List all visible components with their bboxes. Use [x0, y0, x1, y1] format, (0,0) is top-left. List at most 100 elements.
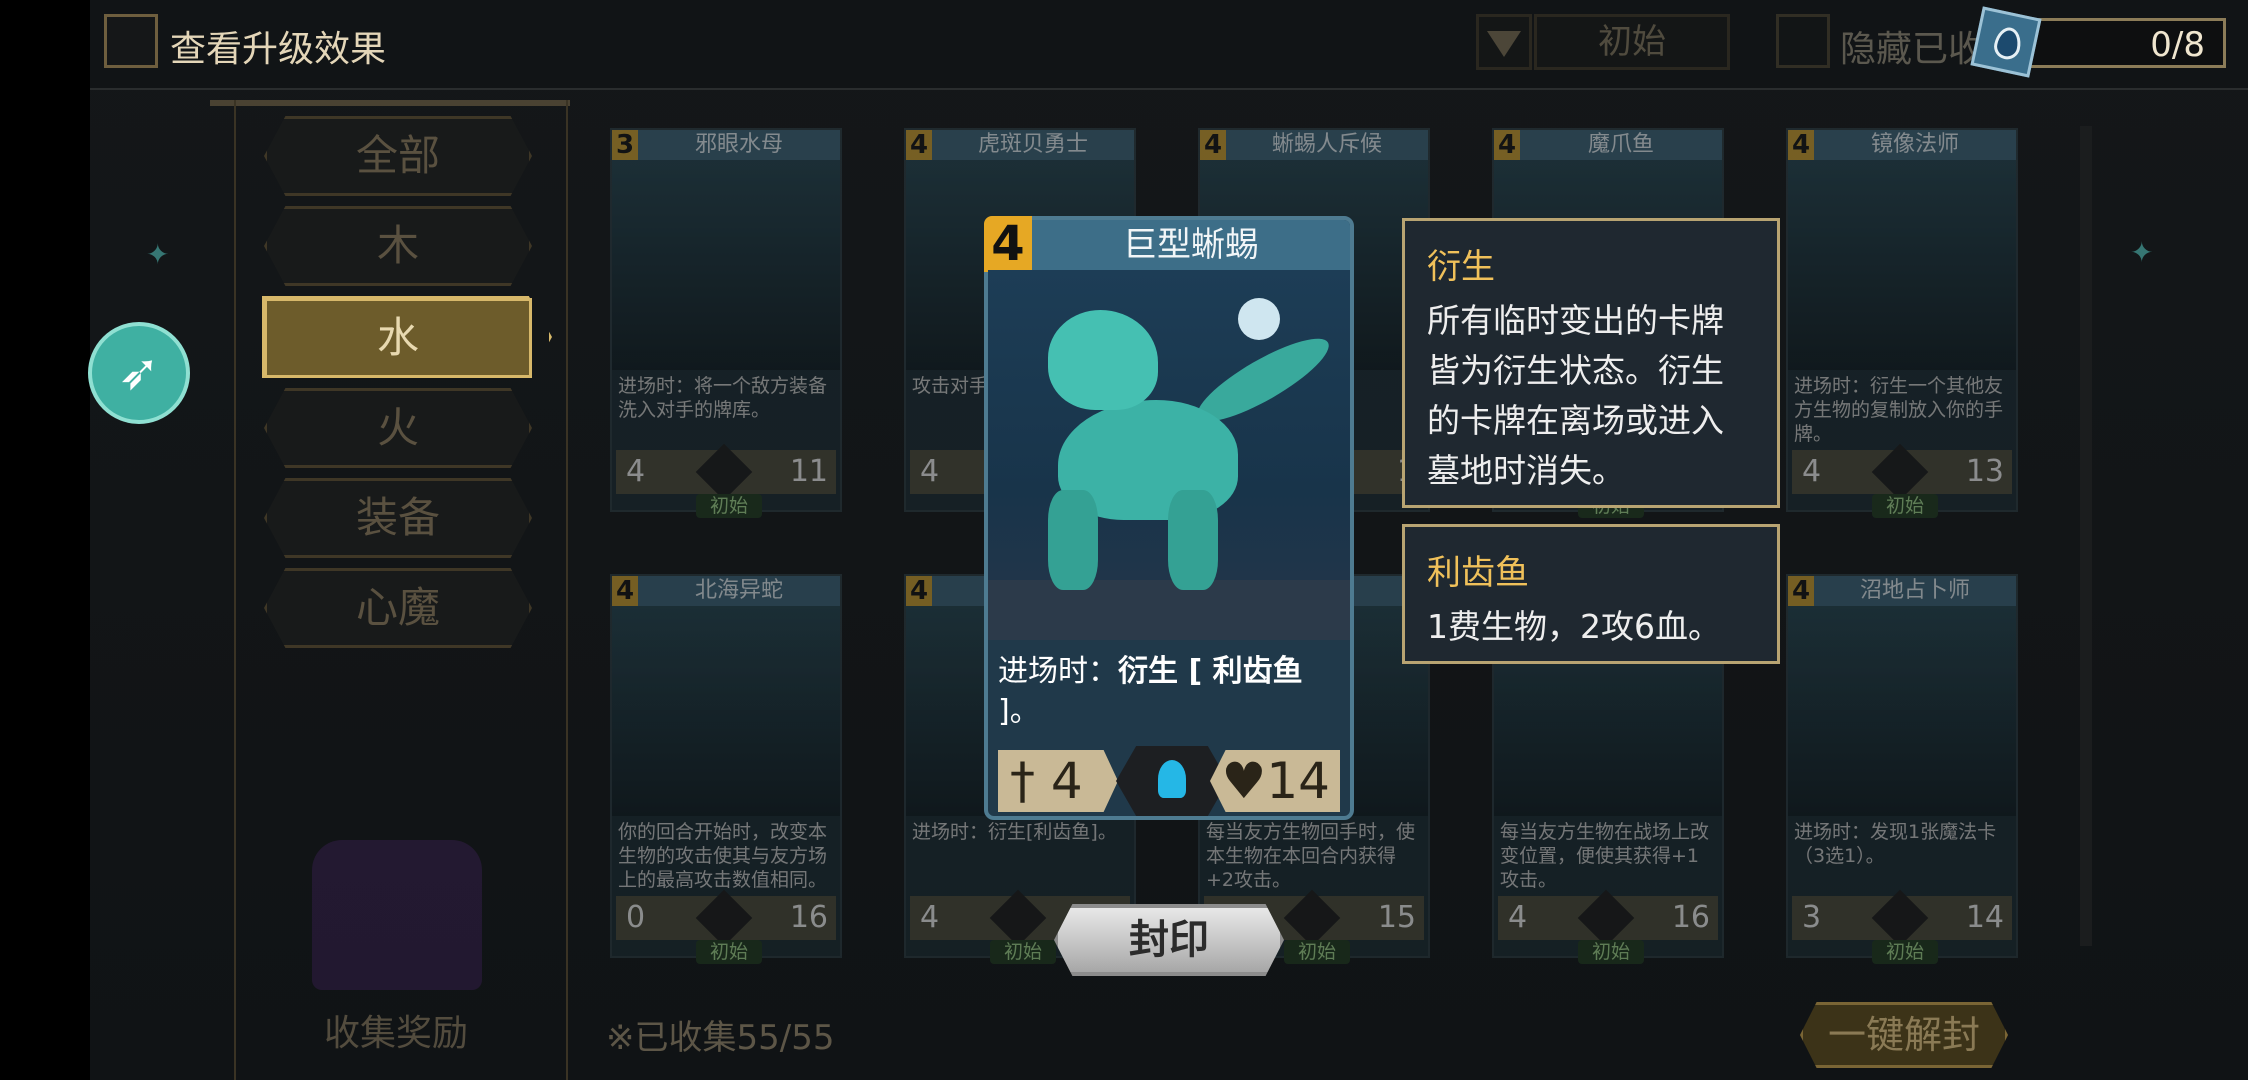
featured-attack-plate: † 4	[998, 750, 1118, 812]
card-cost: 4	[612, 576, 638, 606]
sparkle-icon: ✦	[146, 238, 170, 271]
card-atk: 4	[626, 454, 646, 489]
collect-reward-button[interactable]: 收集奖励	[304, 1004, 488, 1054]
card-atk: 3	[1802, 900, 1822, 935]
moon-icon	[1238, 298, 1280, 340]
category-wood[interactable]: 木	[264, 206, 532, 286]
filter-dropdown[interactable]: 初始	[1534, 14, 1730, 70]
card[interactable]: 4 沼地占卜师 进场时：发现1张魔法卡（3选1）。 3 14 初始	[1786, 574, 2018, 964]
card-cost: 4	[906, 576, 932, 606]
card-tag: 初始	[1872, 940, 1938, 964]
card-atk: 4	[920, 454, 940, 489]
card-stats: 3 14	[1792, 889, 2012, 947]
card-name: 蜥蜴人斥候	[1226, 130, 1428, 160]
card[interactable]: 4 镜像法师 进场时：衍生一个其他友方生物的复制放入你的手牌。 4 13 初始	[1786, 128, 2018, 518]
tooltip-title: 利齿鱼	[1427, 553, 1529, 593]
upgrade-checkbox[interactable]	[104, 14, 158, 68]
helmet-icon	[695, 443, 753, 501]
card-tag: 初始	[1578, 940, 1644, 964]
card-desc: 进场时：发现1张魔法卡（3选1）。	[1794, 821, 1997, 867]
sword-icon: †	[1010, 752, 1035, 810]
sparkle-icon: ✦	[2130, 236, 2154, 269]
featured-health-plate: ♥14	[1210, 750, 1340, 812]
heart-icon: ♥	[1221, 752, 1267, 810]
rocket-icon[interactable]: ➶	[88, 322, 190, 424]
card-hp: 11	[789, 454, 828, 489]
counter-value: 0/8	[2150, 25, 2205, 65]
featured-cost: 4	[984, 216, 1032, 272]
card-art	[1788, 606, 2016, 816]
card-cost: 4	[1788, 130, 1814, 160]
hide-collected-checkbox[interactable]	[1776, 14, 1830, 68]
scrollbar[interactable]	[2080, 126, 2092, 946]
featured-card[interactable]: 4 巨型蜥蜴 进场时：衍生 [ 利齿鱼 ]。 † 4 ♥14	[984, 216, 1354, 820]
card-name: 镜像法师	[1814, 130, 2016, 160]
lizard-leg	[1168, 490, 1218, 590]
featured-desc-keyword: 衍生 [ 利齿鱼	[1118, 654, 1303, 689]
tooltip-body: 1费生物，2攻6血。	[1427, 607, 1721, 646]
filter-dropdown-arrow[interactable]	[1476, 14, 1532, 70]
helmet-icon	[1871, 889, 1929, 947]
card-hp: 14	[1965, 900, 2004, 935]
card-desc: 进场时：衍生[利齿鱼]。	[912, 821, 1117, 843]
card-art	[1788, 160, 2016, 370]
featured-atk: 4	[1050, 752, 1083, 810]
card-hp: 13	[1965, 454, 2004, 489]
card-desc: 每当友方生物回手时，使本生物在本回合内获得+2攻击。	[1206, 821, 1416, 890]
card-desc: 每当友方生物在战场上改变位置，便使其获得+1攻击。	[1500, 821, 1710, 890]
tooltip-title: 衍生	[1427, 247, 1495, 287]
card-stats: 4 16	[1498, 889, 1718, 947]
card-cost: 4	[1788, 576, 1814, 606]
card-art	[612, 160, 840, 370]
helmet-icon	[1577, 889, 1635, 947]
card-name: 魔爪鱼	[1520, 130, 1722, 160]
featured-desc-prefix: 进场时：	[998, 654, 1118, 689]
hide-collected-label: 隐藏已收	[1840, 29, 1985, 70]
unseal-all-button[interactable]: 一键解封	[1800, 1002, 2008, 1068]
helmet-icon	[1283, 889, 1341, 947]
category-fire[interactable]: 火	[264, 388, 532, 468]
ground	[988, 580, 1350, 640]
card-stats: 4 13	[1792, 443, 2012, 501]
helmet-icon	[695, 889, 753, 947]
card-hp: 16	[1671, 900, 1710, 935]
featured-stats: † 4 ♥14	[998, 746, 1340, 816]
card-desc: 你的回合开始时，改变本生物的攻击使其与友方场上的最高攻击数值相同。	[618, 821, 828, 890]
card-hp: 15	[1377, 900, 1416, 935]
category-demon[interactable]: 心魔	[264, 568, 532, 648]
card[interactable]: 4 北海异蛇 你的回合开始时，改变本生物的攻击使其与友方场上的最高攻击数值相同。…	[610, 574, 842, 964]
tooltip-derive: 衍生 所有临时变出的卡牌皆为衍生状态。衍生的卡牌在离场或进入墓地时消失。	[1402, 218, 1780, 508]
featured-art	[988, 270, 1350, 640]
card-art	[612, 606, 840, 816]
card-atk: 4	[920, 900, 940, 935]
lizard-head	[1048, 310, 1158, 410]
card-name: 北海异蛇	[638, 576, 840, 606]
card-atk: 0	[626, 900, 646, 935]
category-water-frame	[262, 296, 552, 378]
card-stats: 4 11	[616, 443, 836, 501]
card-name: 沼地占卜师	[1814, 576, 2016, 606]
category-equipment[interactable]: 装备	[264, 478, 532, 558]
card-name: 虎斑贝勇士	[932, 130, 1134, 160]
card-tag: 初始	[990, 940, 1056, 964]
card-desc: 进场时：衍生一个其他友方生物的复制放入你的手牌。	[1794, 375, 2004, 444]
featured-desc-suffix: ]。	[998, 694, 1040, 729]
lizard-leg	[1048, 490, 1098, 590]
card-desc: 进场时：将一个敌方装备洗入对手的牌库。	[618, 375, 828, 421]
card-name: 邪眼水母	[638, 130, 840, 160]
water-drop-icon	[1970, 6, 2042, 78]
featured-desc: 进场时：衍生 [ 利齿鱼 ]。	[998, 652, 1340, 736]
card-cost: 4	[1200, 130, 1226, 160]
featured-hp: 14	[1266, 752, 1330, 810]
card-cost: 4	[906, 130, 932, 160]
seal-button[interactable]: 封印	[1054, 904, 1284, 976]
card-cost: 4	[1494, 130, 1520, 160]
card-atk: 4	[1802, 454, 1822, 489]
tooltip-body: 所有临时变出的卡牌皆为衍生状态。衍生的卡牌在离场或进入墓地时消失。	[1427, 301, 1724, 490]
card[interactable]: 3 邪眼水母 进场时：将一个敌方装备洗入对手的牌库。 4 11 初始	[610, 128, 842, 518]
helmet-icon	[989, 889, 1047, 947]
card-tag: 初始	[1284, 940, 1350, 964]
card-stats: 0 16	[616, 889, 836, 947]
reward-chest-icon[interactable]	[312, 840, 482, 990]
category-all[interactable]: 全部	[264, 116, 532, 196]
